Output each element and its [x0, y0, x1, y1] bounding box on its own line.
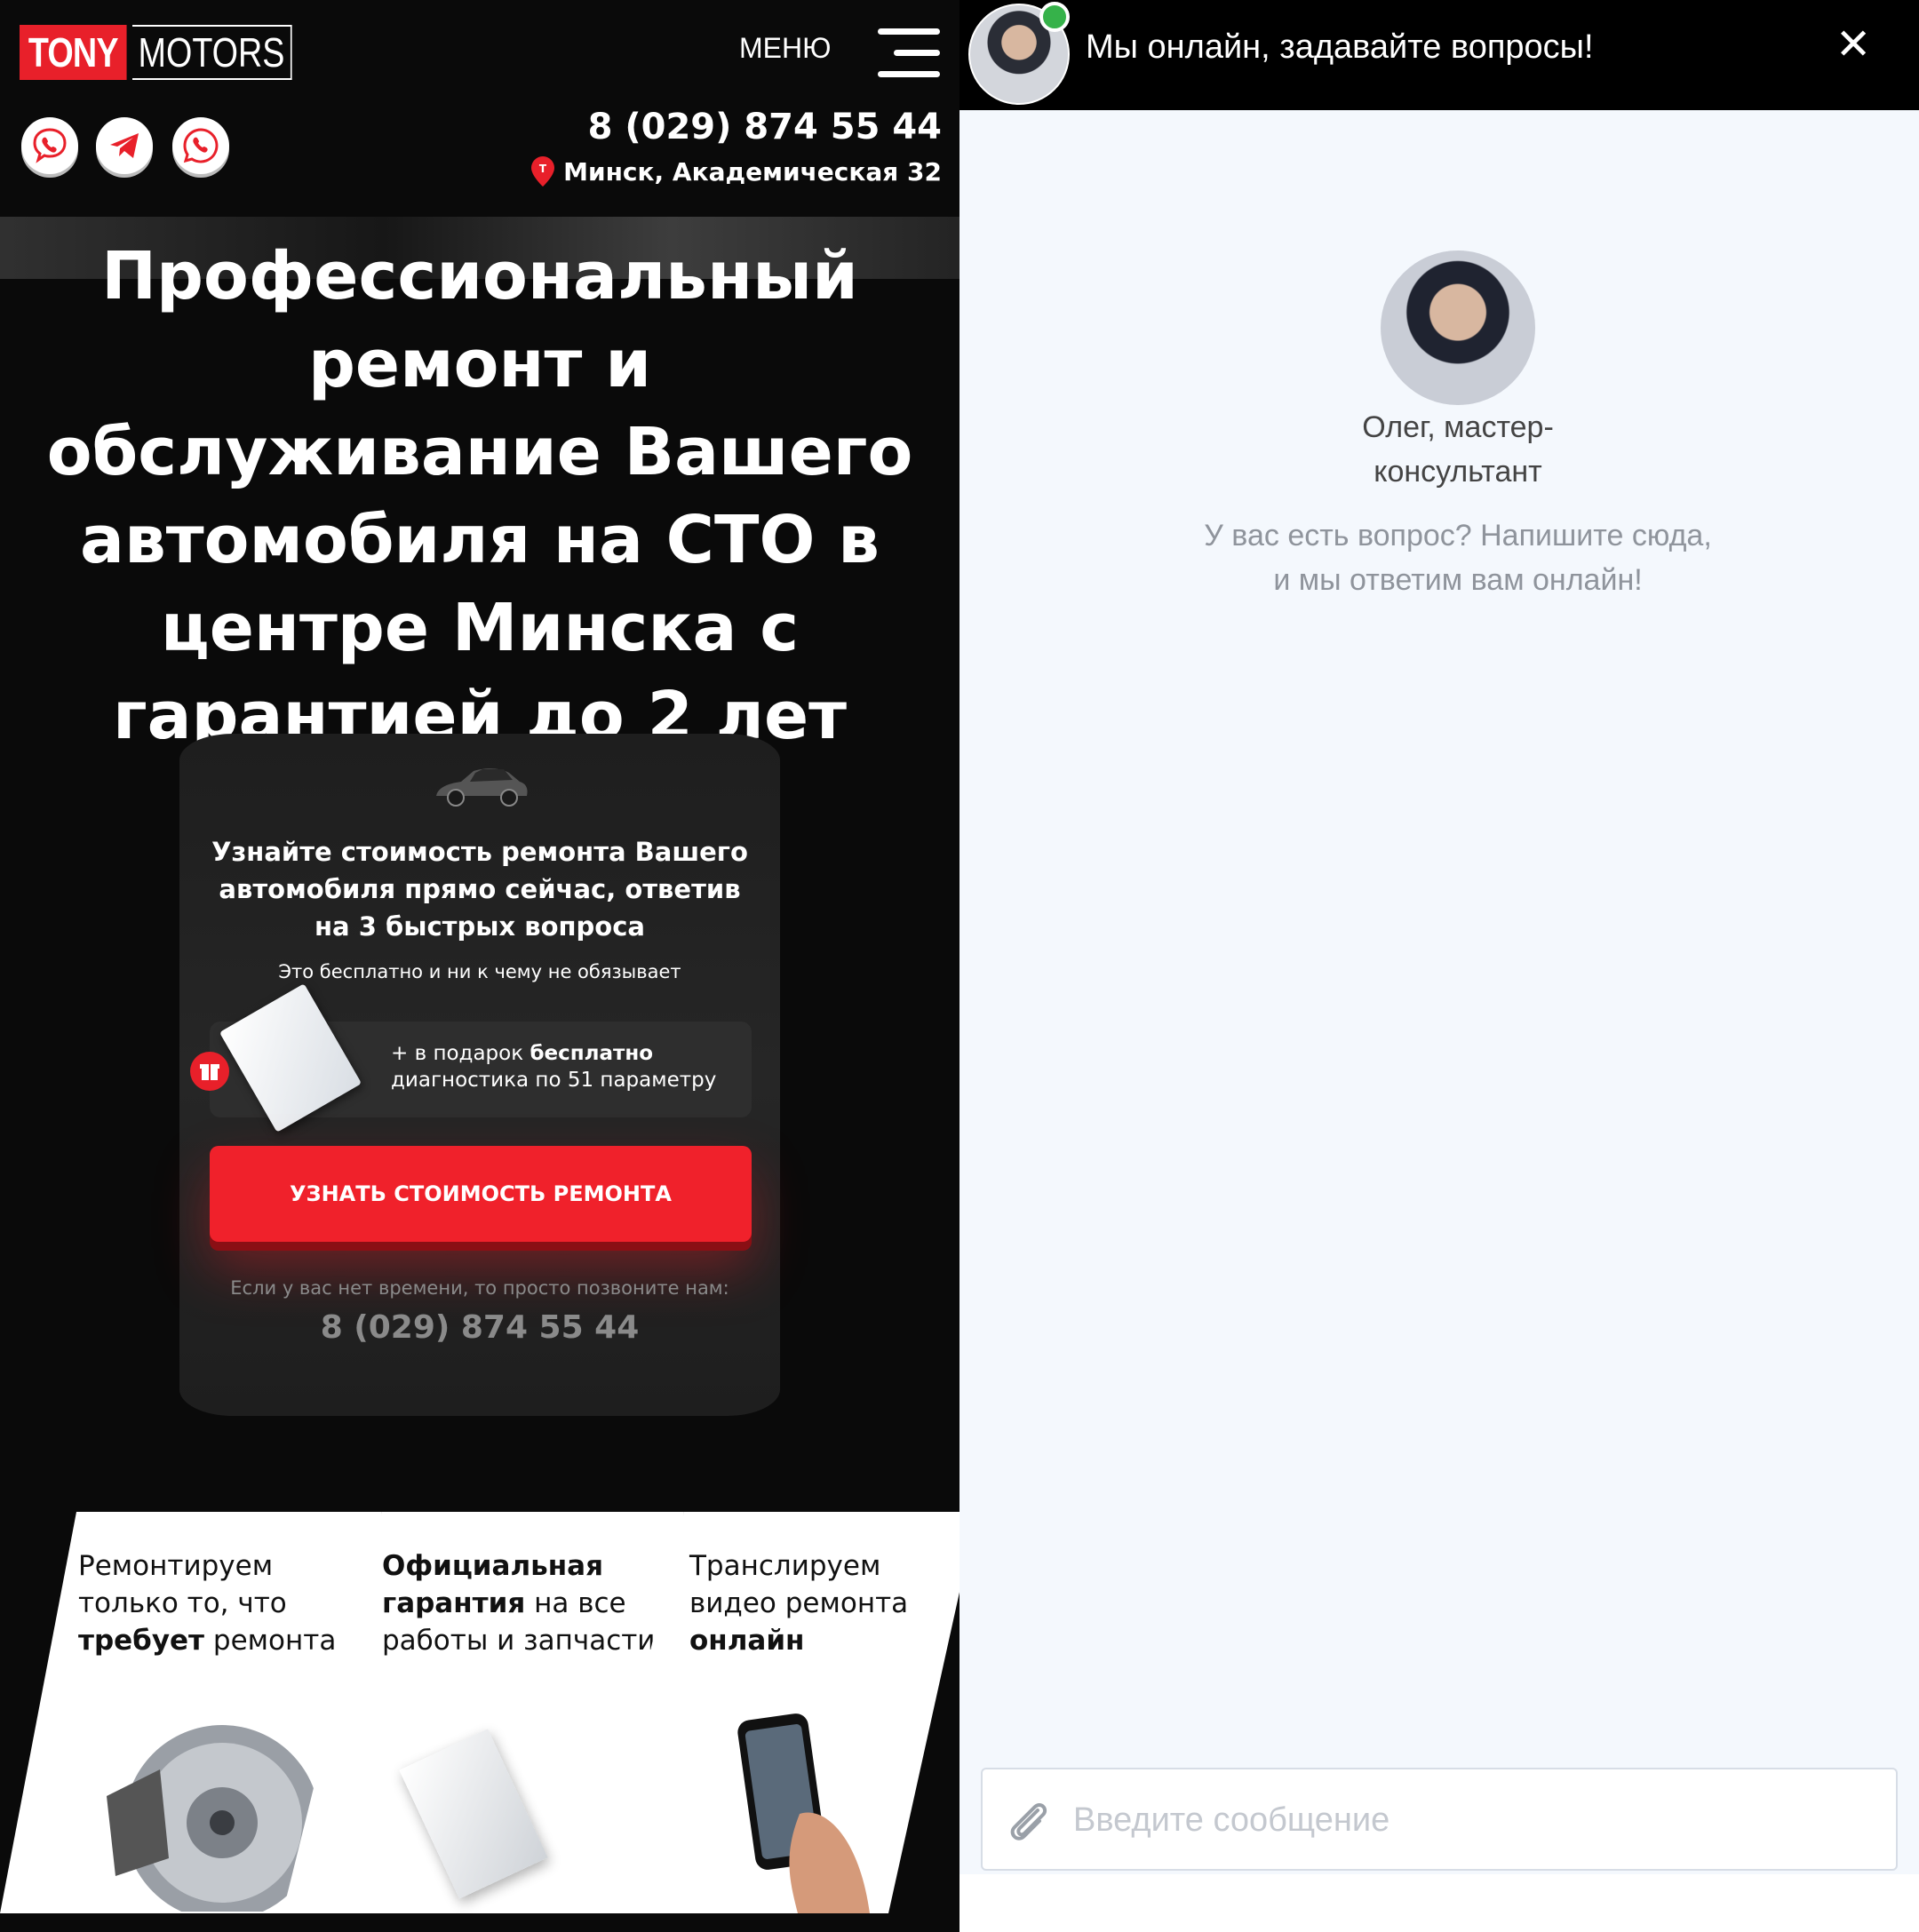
logo-tony: TONY: [20, 25, 127, 80]
message-input[interactable]: [1071, 1787, 1857, 1853]
svg-text:T: T: [539, 163, 547, 175]
header-address: T Минск, Академическая 32: [531, 156, 942, 187]
feature-bold: Официальная: [382, 1550, 603, 1582]
close-icon[interactable]: ✕: [1835, 20, 1871, 69]
warranty-document-image: [399, 1729, 548, 1899]
feature-line: Транслируем: [689, 1550, 881, 1582]
feature-text: Официальная гарантия на все работы и зап…: [382, 1547, 655, 1659]
hint-line: У вас есть вопрос? Напишите сюда,: [1204, 519, 1712, 553]
hint-line: и мы ответим вам онлайн!: [1273, 563, 1643, 597]
logo-motors: MOTORS: [131, 25, 292, 80]
online-indicator: [1039, 2, 1070, 32]
card-phone[interactable]: 8 (029) 874 55 44: [197, 1309, 762, 1346]
header-phone[interactable]: 8 (029) 874 55 44: [588, 107, 942, 147]
message-composer: [981, 1768, 1898, 1871]
gift-text: + в подарок бесплатно диагностика по 51 …: [391, 1040, 746, 1093]
feature-text: Транслируем видео ремонта онлайн: [689, 1547, 908, 1659]
smartphone-image: [737, 1713, 871, 1913]
chat-header: Мы онлайн, задавайте вопросы! ✕: [960, 0, 1919, 110]
whatsapp-icon[interactable]: [172, 117, 229, 174]
gift-bold: бесплатно: [530, 1042, 654, 1065]
feature-line: работы и запчасти: [382, 1625, 656, 1657]
hamburger-menu-icon[interactable]: [878, 28, 940, 78]
feature-line: на все: [525, 1587, 626, 1619]
feature-bold: онлайн: [689, 1625, 805, 1657]
menu-label[interactable]: МЕНЮ: [739, 32, 831, 65]
card-title: Узнайте стоимость ремонта Вашего автомоб…: [211, 837, 748, 942]
paperclip-icon[interactable]: [1002, 1796, 1055, 1849]
feature-text: Ремонтируем только то, что требует ремон…: [78, 1547, 336, 1659]
chat-title: Мы онлайн, задавайте вопросы!: [1086, 28, 1594, 66]
chat-footer: [960, 1874, 1919, 1932]
agent-avatar: [1381, 250, 1535, 405]
feature-line: только то, что: [78, 1587, 287, 1619]
agent-name: Олег, мастер- консультант: [1262, 405, 1654, 494]
gift-icon: [190, 1052, 229, 1091]
agent-name-line: Олег, мастер-: [1362, 410, 1554, 444]
hero-title: Профессиональный ремонт и обслуживание В…: [46, 238, 913, 754]
feature-bold: гарантия: [382, 1587, 526, 1619]
car-icon: [436, 768, 528, 807]
chat-panel: Мы онлайн, задавайте вопросы! ✕ Олег, ма…: [960, 0, 1919, 1932]
map-pin-icon: T: [531, 156, 555, 187]
agent-name-line: консультант: [1374, 455, 1542, 489]
viber-icon[interactable]: [21, 117, 78, 174]
logo[interactable]: TONY MOTORS: [20, 25, 327, 80]
telegram-icon[interactable]: [96, 117, 153, 174]
feature-line: видео ремонта: [689, 1587, 909, 1619]
feature-line: ремонта: [204, 1625, 337, 1657]
address-text: Минск, Академическая 32: [563, 156, 942, 187]
feature-bold: требует: [78, 1625, 205, 1657]
estimate-card: Узнайте стоимость ремонта Вашего автомоб…: [179, 734, 780, 1416]
website-panel: TONY MOTORS МЕНЮ 8 (029) 874 55 44 T Мин…: [0, 0, 960, 1932]
gift-prefix: + в подарок: [391, 1042, 530, 1065]
gift-suffix: диагностика по 51 параметру: [391, 1069, 717, 1092]
get-repair-cost-button[interactable]: УЗНАТЬ СТОИМОСТЬ РЕМОНТА: [210, 1146, 752, 1242]
feature-line: Ремонтируем: [78, 1550, 274, 1582]
card-subtitle: Это бесплатно и ни к чему не обязывает: [278, 961, 681, 982]
call-note: Если у вас нет времени, то просто позвон…: [230, 1277, 729, 1299]
chat-hint: У вас есть вопрос? Напишите сюда, и мы о…: [1084, 513, 1832, 602]
